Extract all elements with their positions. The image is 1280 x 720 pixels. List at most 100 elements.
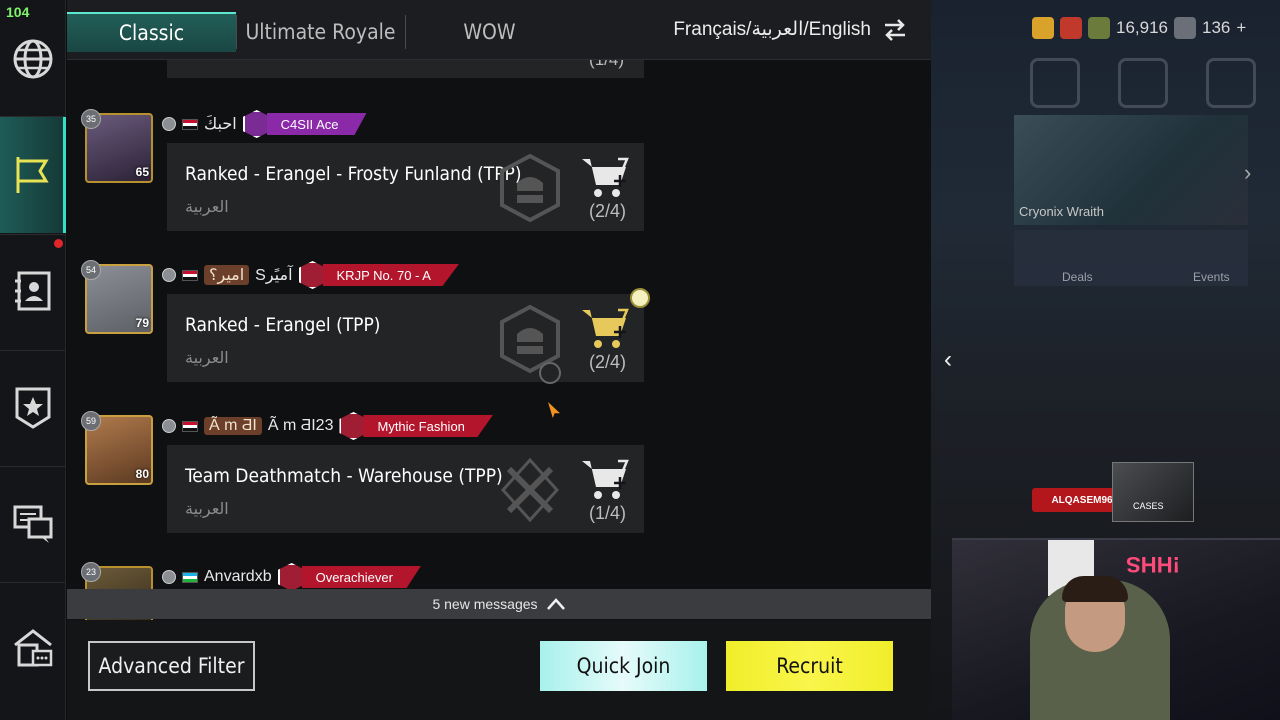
rooms-button[interactable] bbox=[0, 117, 66, 233]
cases-label: CASES bbox=[1133, 501, 1164, 511]
shop-cart-icon[interactable] bbox=[1206, 58, 1256, 108]
gift-box-icon bbox=[1060, 17, 1082, 39]
player-count: (2/4) bbox=[588, 201, 626, 221]
iraq-flag-icon bbox=[182, 269, 198, 281]
star-shield-icon bbox=[15, 387, 51, 429]
case-logo: CASES bbox=[1112, 462, 1194, 522]
gold-amount: 16,916 bbox=[1116, 18, 1168, 37]
player-avatar[interactable]: 54 79 bbox=[81, 260, 153, 334]
room-header: Ã m ƋI Ã m ƋI23 Mythic Fashion bbox=[162, 412, 493, 440]
egypt-flag-icon bbox=[182, 420, 198, 432]
clan-label[interactable]: KRJP No. 70 - A bbox=[298, 261, 459, 289]
home-icon bbox=[14, 629, 53, 667]
room-entry[interactable]: 59 80 Ã m ƋI Ã m ƋI23 Mythic Fashion Tea… bbox=[67, 411, 931, 565]
add-uc-icon[interactable]: + bbox=[1236, 18, 1246, 38]
rail-divider bbox=[0, 350, 66, 351]
room-language: العربية bbox=[185, 350, 229, 367]
mode-tabbar: Classic Ultimate Royale WOW Français/الع… bbox=[67, 0, 931, 60]
contact-card-icon bbox=[15, 271, 51, 311]
room-entry[interactable]: 54 79 امير؟ Sآمیًر KRJP No. 70 - A Ranke… bbox=[67, 260, 931, 414]
crossed-guns-icon bbox=[500, 457, 560, 523]
room-mode: Team Deathmatch - Warehouse (TPP) bbox=[185, 465, 503, 487]
player-badge: 59 bbox=[81, 411, 101, 431]
room-card[interactable]: Ranked - Erangel - Frosty Funland (TPP) … bbox=[167, 143, 644, 231]
home-button[interactable] bbox=[0, 592, 66, 702]
room-header: Anvardxb Overachiever bbox=[162, 563, 421, 591]
clan-name: KRJP No. 70 - A bbox=[322, 264, 459, 286]
chevron-up-icon bbox=[546, 598, 565, 610]
new-messages-label: 5 new messages bbox=[432, 596, 538, 612]
player-badge: 23 bbox=[81, 562, 101, 582]
language-filter[interactable]: Français/العربية/English bbox=[673, 18, 871, 41]
tier-icon bbox=[162, 419, 176, 433]
rail-divider bbox=[0, 466, 66, 467]
chevron-right-icon[interactable]: › bbox=[1244, 160, 1251, 186]
iraq-flag-icon bbox=[182, 118, 198, 130]
join-cart-icon[interactable] bbox=[580, 306, 630, 352]
room-card[interactable]: Ranked - Erangel (TPP) العربية (2/4) bbox=[167, 288, 650, 382]
clan-emblem-icon bbox=[277, 563, 306, 591]
clan-button[interactable] bbox=[0, 352, 66, 462]
tier-icon bbox=[162, 268, 176, 282]
new-messages-bar[interactable]: 5 new messages bbox=[67, 589, 931, 619]
clan-label[interactable]: C4SII Ace bbox=[242, 110, 367, 138]
player-name: احبكَ bbox=[204, 116, 237, 133]
gold-coin-icon bbox=[1088, 17, 1110, 39]
chat-button[interactable] bbox=[0, 468, 66, 578]
join-cart-icon[interactable] bbox=[580, 457, 630, 503]
clan-emblem-icon bbox=[242, 110, 271, 138]
swap-arrows-icon[interactable] bbox=[881, 16, 909, 44]
events-label: Events bbox=[1193, 270, 1230, 284]
shop-icons bbox=[1030, 58, 1256, 108]
room-language: العربية bbox=[185, 199, 229, 216]
room-card-partial[interactable]: (1/4) bbox=[167, 60, 644, 78]
player-avatar[interactable]: 59 80 bbox=[81, 411, 153, 485]
tab-wow[interactable]: WOW bbox=[406, 12, 573, 52]
rail-divider bbox=[0, 582, 66, 583]
join-cart-icon[interactable] bbox=[580, 155, 630, 201]
uc-icon bbox=[1174, 17, 1196, 39]
resource-bar: 16,916 136 + bbox=[1032, 10, 1280, 46]
gift-icon bbox=[630, 288, 650, 308]
room-header: احبكَ C4SII Ace bbox=[162, 110, 367, 138]
room-language: العربية bbox=[185, 501, 229, 518]
player-nickname-box: Ã m ƋI bbox=[204, 417, 262, 435]
clan-name: Mythic Fashion bbox=[363, 415, 493, 437]
clan-emblem-icon bbox=[339, 412, 368, 440]
crate-icon[interactable] bbox=[1118, 58, 1168, 108]
player-avatar[interactable]: 35 65 bbox=[81, 109, 153, 183]
globe-icon bbox=[13, 39, 53, 79]
player-count: (1/4) bbox=[588, 503, 626, 523]
room-mode: Ranked - Erangel (TPP) bbox=[185, 314, 381, 336]
contacts-button[interactable] bbox=[0, 236, 66, 346]
player-name: Anvardxb bbox=[204, 568, 272, 585]
clan-label[interactable]: Mythic Fashion bbox=[339, 412, 493, 440]
deals-label: Deals bbox=[1062, 270, 1093, 284]
quick-join-button[interactable]: Quick Join bbox=[540, 641, 707, 691]
room-card[interactable]: Team Deathmatch - Warehouse (TPP) العربي… bbox=[167, 445, 644, 533]
crown-icon bbox=[1032, 17, 1054, 39]
room-entry[interactable]: 35 65 احبكَ C4SII Ace Ranked - Erangel -… bbox=[67, 109, 931, 263]
player-count: (1/4) bbox=[589, 60, 624, 70]
rail-divider bbox=[0, 234, 66, 235]
room-list[interactable]: (1/4) 35 65 احبكَ C4SII Ace Ranked - Era… bbox=[67, 60, 931, 620]
clan-label[interactable]: Overachiever bbox=[277, 563, 421, 591]
player-nickname-box: امير؟ bbox=[204, 265, 250, 285]
clan-name: Overachiever bbox=[301, 566, 421, 588]
player-badge: 54 bbox=[81, 260, 101, 280]
player-level: 80 bbox=[135, 467, 149, 481]
advanced-filter-button[interactable]: Advanced Filter bbox=[88, 641, 255, 691]
battle-pass-icon[interactable] bbox=[1030, 58, 1080, 108]
chat-bubbles-icon bbox=[13, 505, 53, 543]
uc-amount: 136 bbox=[1202, 18, 1231, 37]
tab-ultimate-royale[interactable]: Ultimate Royale bbox=[237, 12, 404, 52]
touch-indicator bbox=[539, 362, 561, 384]
recruit-button[interactable]: Recruit bbox=[726, 641, 893, 691]
chevron-left-icon[interactable]: ‹ bbox=[935, 345, 961, 375]
room-header: امير؟ Sآمیًر KRJP No. 70 - A bbox=[162, 261, 459, 289]
room-mode: Ranked - Erangel - Frosty Funland (TPP) bbox=[185, 163, 522, 185]
globe-button[interactable] bbox=[0, 4, 66, 114]
tab-classic[interactable]: Classic bbox=[67, 12, 236, 52]
uzbekistan-flag-icon bbox=[182, 571, 198, 583]
classic-mode-icon bbox=[500, 153, 560, 223]
